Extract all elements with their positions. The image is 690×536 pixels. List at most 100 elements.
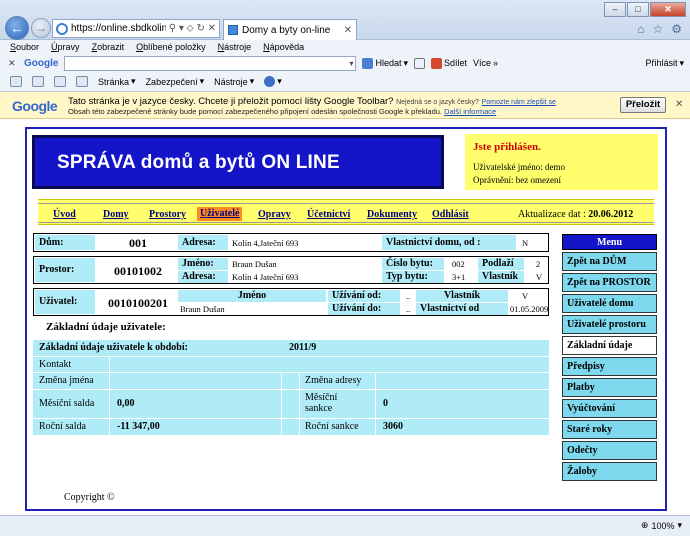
sign-in-button[interactable]: Přihlásit ▾: [645, 58, 684, 69]
read-mail-icon[interactable]: [54, 76, 66, 87]
table-row: Základní údaje uživatele k období: 2011/…: [33, 340, 549, 356]
side-item-basic-data[interactable]: Základní údaje: [562, 336, 657, 355]
unit-type-label: Typ bytu:: [382, 271, 444, 283]
home-icon[interactable]: ⌂: [637, 22, 644, 36]
house-address-label: Adresa:: [178, 235, 228, 250]
tab-close-icon[interactable]: ✕: [344, 25, 352, 36]
home-cmd-icon[interactable]: [10, 76, 22, 87]
unit-number: 00101002: [114, 264, 162, 278]
chevron-down-icon: ▾: [677, 520, 682, 530]
toolbar-close-icon[interactable]: ✕: [8, 58, 18, 69]
unit-label: Prostor:: [35, 258, 95, 282]
monthly-sanction-label: Měsíční sankce: [305, 392, 338, 414]
main-nav: Úvod Domy Prostory Uživatelé Opravy Účet…: [38, 199, 654, 225]
menu-napoveda[interactable]: Nápověda: [263, 40, 304, 54]
monthly-balance-label: Měsíční salda: [39, 398, 95, 409]
unit-no-label: Číslo bytu:: [382, 258, 444, 270]
side-item-payments[interactable]: Platby: [562, 378, 657, 397]
help-improve-link[interactable]: Pomozte nám zlepšit se: [482, 99, 556, 106]
feeds-icon[interactable]: [32, 76, 44, 87]
nav-domy[interactable]: Domy: [103, 209, 129, 220]
menu-nastroje[interactable]: Nástroje: [218, 40, 252, 54]
nav-ucetnictvi[interactable]: Účetnictví: [307, 209, 350, 220]
search-icon[interactable]: ⚲ ▾ ⬦ ↻ ✕: [169, 23, 219, 34]
google-search-button[interactable]: Hledat ▾: [362, 57, 408, 69]
cmd-tools-menu[interactable]: Nástroje ▾: [214, 76, 254, 87]
translate-close-icon[interactable]: ✕: [675, 99, 683, 110]
zoom-control[interactable]: ⊕ 100% ▾: [641, 520, 682, 531]
translate-bar: Google Tato stránka je v jazyce česky. C…: [0, 92, 690, 119]
nav-prostory[interactable]: Prostory: [149, 209, 186, 220]
side-item-unit-users[interactable]: Uživatelé prostoru: [562, 315, 657, 334]
side-item-lawsuits[interactable]: Žaloby: [562, 462, 657, 481]
unit-type: 3+1: [452, 272, 466, 282]
more-info-link[interactable]: Další informace: [444, 107, 496, 116]
cmd-security-menu[interactable]: Zabezpečení ▾: [146, 76, 205, 87]
login-info: Jste přihlášen. Uživatelské jméno: demo …: [465, 134, 658, 190]
translate-message: Tato stránka je v jazyce česky. Chcete j…: [68, 96, 556, 107]
minimize-button[interactable]: –: [604, 2, 626, 17]
use-to: ..: [406, 304, 411, 314]
side-item-prescriptions[interactable]: Předpisy: [562, 357, 657, 376]
nav-odhlasit[interactable]: Odhlásit: [432, 209, 469, 220]
menu-zobrazit[interactable]: Zobrazit: [92, 40, 125, 54]
share-button[interactable]: Sdílet: [431, 57, 467, 69]
name-change-label: Změna jména: [39, 375, 94, 386]
annual-sanction: 3060: [383, 421, 403, 432]
nav-uvod[interactable]: Úvod: [53, 209, 76, 220]
side-item-back-unit[interactable]: Zpět na PROSTOR: [562, 273, 657, 292]
table-row: Měsíční salda 0,00 Měsíční sankce 0: [33, 390, 549, 418]
user-name: Braun Dušan: [180, 304, 225, 314]
close-window-button[interactable]: ✕: [650, 2, 686, 17]
google-search-input[interactable]: ▾: [64, 55, 357, 71]
help-icon: [264, 76, 276, 87]
settings-gear-icon[interactable]: ⚙: [671, 22, 682, 36]
basic-subtitle: Základní údaje uživatele:: [46, 321, 166, 333]
nav-opravy[interactable]: Opravy: [258, 209, 291, 220]
copyright: Copyright ©: [64, 492, 115, 503]
unit-owner: V: [536, 272, 543, 282]
window-controls: – □ ✕: [604, 2, 686, 17]
side-item-house-users[interactable]: Uživatelé domu: [562, 294, 657, 313]
browser-titlebar: ← → https://online.sbdkolin.cz/ ⚲ ▾ ⬦ ↻ …: [0, 0, 690, 40]
permission-line: Oprávnění: bez omezení: [473, 175, 561, 185]
address-change-label: Změna adresy: [305, 375, 362, 386]
google-g-icon: [362, 57, 374, 69]
tab-domy-a-byty[interactable]: Domy a byty on-line ✕: [223, 19, 357, 40]
menu-oblibene[interactable]: Oblíbené položky: [136, 40, 206, 54]
translate-button[interactable]: Přeložit: [620, 97, 666, 113]
zoom-level: 100%: [651, 520, 675, 531]
cmd-page-menu[interactable]: Stránka ▾: [98, 76, 136, 87]
back-button[interactable]: ←: [5, 16, 29, 40]
menu-soubor[interactable]: Soubor: [10, 40, 39, 54]
side-item-old-years[interactable]: Staré roky: [562, 420, 657, 439]
login-status: Jste přihlášen.: [473, 141, 541, 153]
mail-icon: [414, 57, 425, 69]
side-menu: Menu Zpět na DŮM Zpět na PROSTOR Uživate…: [562, 234, 657, 481]
site-header: SPRÁVA domů a bytů ON LINE: [30, 133, 446, 191]
address-bar[interactable]: https://online.sbdkolin.cz/ ⚲ ▾ ⬦ ↻ ✕: [52, 19, 220, 38]
side-item-readings[interactable]: Odečty: [562, 441, 657, 460]
more-button[interactable]: Více »: [473, 58, 498, 68]
user-section: Uživatel: 0010100201 Jméno Braun Dušan U…: [33, 288, 549, 316]
menu-upravy[interactable]: Úpravy: [51, 40, 80, 54]
side-item-back-house[interactable]: Zpět na DŮM: [562, 252, 657, 271]
nav-uzivatele[interactable]: Uživatelé: [197, 207, 243, 221]
nav-dokumenty[interactable]: Dokumenty: [367, 209, 417, 220]
url-text[interactable]: https://online.sbdkolin.cz/: [71, 23, 166, 34]
forward-button[interactable]: →: [31, 18, 51, 38]
table-row: Kontakt: [33, 357, 549, 372]
unit-floor: 2: [536, 259, 541, 269]
page-favicon-icon: [228, 25, 238, 35]
side-item-billing[interactable]: Vyúčtování: [562, 399, 657, 418]
maximize-button[interactable]: □: [627, 2, 649, 17]
favorites-star-icon[interactable]: ☆: [652, 22, 663, 36]
google-toolbar: ✕ Google ▾ Hledat ▾ Sdílet Více » Přihlá…: [0, 54, 690, 72]
table-row: Změna jména Změna adresy: [33, 373, 549, 389]
use-from-label: Užívání od:: [328, 290, 400, 302]
tab-title: Domy a byty on-line: [242, 24, 331, 36]
cmd-help-menu[interactable]: ▾: [264, 76, 282, 87]
print-icon[interactable]: [76, 76, 88, 87]
period-label: Základní údaje uživatele k období:: [39, 342, 188, 353]
mail-button[interactable]: [414, 57, 425, 69]
